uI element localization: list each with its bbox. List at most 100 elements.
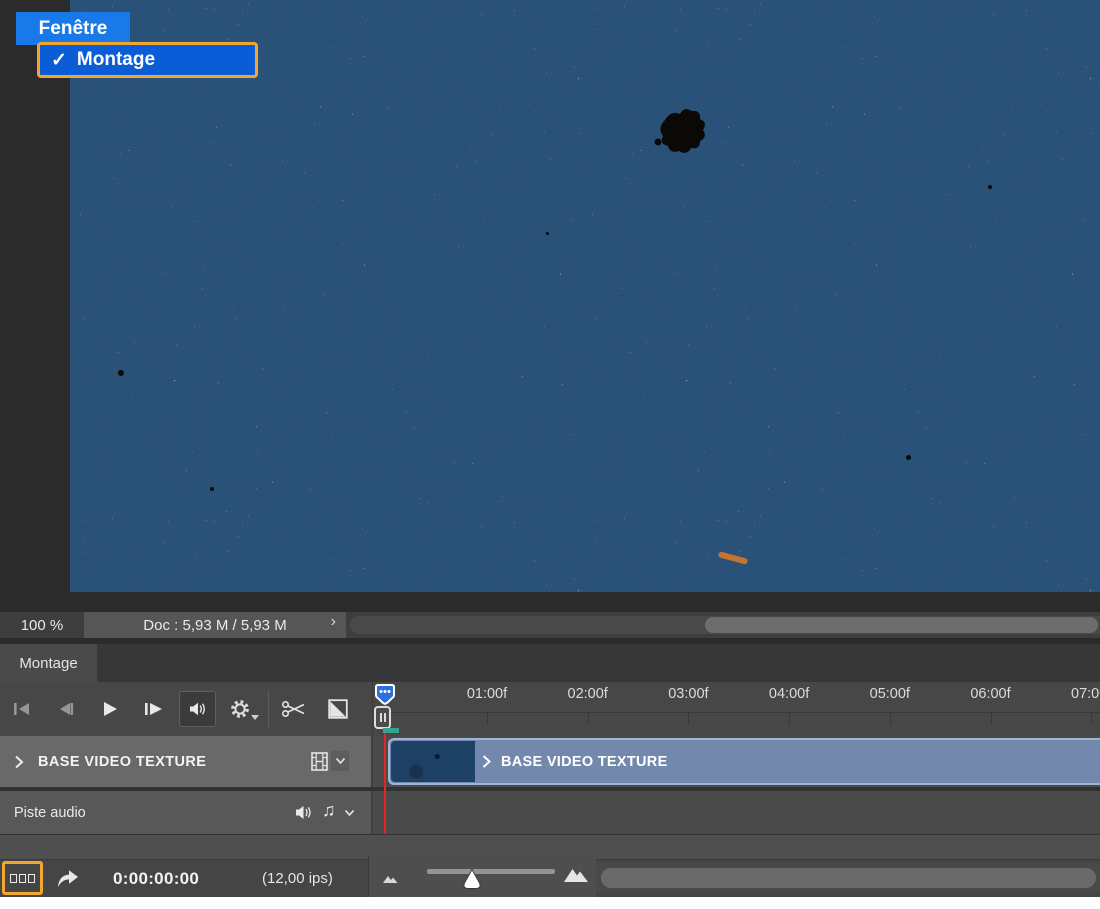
mute-audio-button[interactable] bbox=[179, 691, 216, 727]
play-icon bbox=[101, 700, 119, 718]
ruler-tick bbox=[688, 712, 689, 725]
ruler-label: 04:00f bbox=[769, 686, 809, 702]
doc-info-chevron-icon[interactable]: › bbox=[331, 613, 336, 631]
zoom-out-mountain-icon[interactable] bbox=[382, 871, 400, 884]
ruler-tick bbox=[789, 712, 790, 725]
work-area-grip-bar bbox=[384, 713, 386, 722]
scissors-icon bbox=[281, 700, 307, 718]
speaker-icon bbox=[188, 701, 208, 717]
track-expand-chevron-icon[interactable] bbox=[14, 755, 24, 769]
previous-frame-button[interactable] bbox=[51, 682, 79, 736]
gear-icon bbox=[228, 697, 252, 721]
ink-dot bbox=[906, 455, 911, 460]
playhead-icon bbox=[374, 683, 396, 707]
timeline-ruler[interactable]: 01:00f 02:00f 03:00f 04:00f 05:00f 06:00f 07:0… bbox=[373, 682, 1100, 736]
timeline-scrollbar-thumb[interactable] bbox=[601, 868, 1096, 888]
audio-track-menu-button[interactable] bbox=[344, 809, 355, 817]
transition-button[interactable] bbox=[320, 682, 356, 736]
timeline-footer-bar: 0:00:00:00 (12,00 ips) bbox=[0, 859, 1100, 897]
filmstrip-icon bbox=[311, 752, 328, 771]
frames-icon bbox=[28, 874, 35, 883]
previous-frame-icon bbox=[55, 701, 75, 717]
next-frame-icon bbox=[143, 701, 165, 717]
next-frame-button[interactable] bbox=[139, 682, 169, 736]
clip-label: BASE VIDEO TEXTURE bbox=[501, 754, 668, 770]
clip-thumbnail bbox=[391, 741, 475, 782]
first-frame-button[interactable] bbox=[8, 682, 36, 736]
audio-track-name: Piste audio bbox=[14, 805, 86, 821]
ruler-label: 07:00f bbox=[1071, 686, 1100, 702]
menu-fenetre-label: Fenêtre bbox=[39, 18, 108, 40]
menu-item-montage-label: Montage bbox=[77, 49, 155, 71]
photoshop-window: 100 % Doc : 5,93 M / 5,93 M › Montage bbox=[0, 0, 1100, 897]
timeline-zoom-slider-thumb[interactable] bbox=[461, 868, 483, 891]
timeline-controls-row: 01:00f 02:00f 03:00f 04:00f 05:00f 06:00f 07:0… bbox=[0, 682, 1100, 736]
audio-track-lane bbox=[373, 791, 1100, 834]
menu-item-montage[interactable]: ✓ Montage bbox=[37, 42, 258, 78]
gear-dropdown-caret-icon bbox=[251, 715, 259, 720]
ruler-tick bbox=[890, 712, 891, 725]
music-note-icon: ♫ bbox=[322, 800, 336, 821]
video-track-menu-button[interactable] bbox=[331, 751, 349, 771]
video-track-name: BASE VIDEO TEXTURE bbox=[38, 754, 206, 770]
play-button[interactable] bbox=[96, 682, 124, 736]
ruler-label: 02:00f bbox=[568, 686, 608, 702]
tab-montage[interactable]: Montage bbox=[0, 644, 97, 682]
ink-dot bbox=[988, 185, 992, 189]
ruler-tick bbox=[487, 712, 488, 725]
video-track-header[interactable]: BASE VIDEO TEXTURE bbox=[0, 736, 373, 787]
render-video-button[interactable] bbox=[55, 867, 81, 892]
audio-track-row: Piste audio ♫ bbox=[0, 791, 1100, 834]
ink-dot bbox=[546, 232, 549, 235]
ink-dot bbox=[210, 487, 214, 491]
canvas-hscrollbar-track[interactable] bbox=[350, 616, 1100, 634]
chevron-down-icon bbox=[335, 757, 346, 765]
audio-track-header[interactable]: Piste audio ♫ bbox=[0, 791, 373, 834]
timeline-zoom-controls bbox=[368, 856, 596, 897]
video-track-lane: BASE VIDEO TEXTURE bbox=[373, 736, 1100, 787]
panel-tab-bar: Montage bbox=[0, 644, 1100, 682]
ruler-tick bbox=[588, 712, 589, 725]
doc-info-text: Doc : 5,93 M / 5,93 M bbox=[143, 617, 286, 634]
timeline-zoom-slider-track[interactable] bbox=[427, 869, 555, 874]
ruler-label: 05:00f bbox=[870, 686, 910, 702]
curved-arrow-icon bbox=[55, 867, 81, 889]
doc-info-cell[interactable]: Doc : 5,93 M / 5,93 M › bbox=[84, 612, 346, 638]
playhead[interactable] bbox=[374, 683, 396, 712]
timeline-settings-button[interactable] bbox=[226, 682, 254, 736]
current-timecode: 0:00:00:00 bbox=[113, 860, 199, 897]
first-frame-icon bbox=[12, 701, 32, 717]
playback-controls bbox=[0, 682, 373, 736]
ruler-label: 01:00f bbox=[467, 686, 507, 702]
ruler-tick bbox=[1091, 712, 1092, 725]
status-bar: 100 % Doc : 5,93 M / 5,93 M › bbox=[0, 612, 1100, 638]
work-area-grip-bar bbox=[380, 713, 382, 722]
ink-dot bbox=[118, 370, 124, 376]
ruler-label: 06:00f bbox=[970, 686, 1010, 702]
tab-montage-label: Montage bbox=[19, 655, 77, 672]
document-canvas[interactable] bbox=[70, 0, 1100, 592]
work-area-marker bbox=[383, 728, 399, 733]
canvas-texture bbox=[70, 0, 1100, 592]
zoom-level-value: 100 % bbox=[21, 617, 64, 634]
video-clip[interactable]: BASE VIDEO TEXTURE bbox=[388, 738, 1100, 785]
ruler-tick bbox=[991, 712, 992, 725]
menu-fenetre[interactable]: Fenêtre bbox=[16, 12, 130, 45]
video-track-row: BASE VIDEO TEXTURE BASE VIDEO TEXTU bbox=[0, 736, 1100, 787]
zoom-level-field[interactable]: 100 % bbox=[0, 612, 84, 638]
zoom-in-mountain-icon[interactable] bbox=[563, 865, 590, 884]
frames-icon bbox=[19, 874, 26, 883]
clip-expand-chevron-icon[interactable] bbox=[482, 755, 491, 768]
ruler-label: 03:00f bbox=[668, 686, 708, 702]
canvas-hscrollbar-thumb[interactable] bbox=[705, 617, 1098, 633]
frame-rate: (12,00 ips) bbox=[262, 860, 333, 897]
audio-speaker-icon[interactable] bbox=[294, 804, 316, 821]
frames-icon bbox=[10, 874, 17, 883]
controls-divider bbox=[268, 690, 269, 728]
check-icon: ✓ bbox=[51, 49, 67, 72]
timeline-scrollbar-track[interactable] bbox=[596, 863, 1100, 893]
split-at-playhead-button[interactable] bbox=[276, 682, 312, 736]
transition-icon bbox=[328, 699, 348, 719]
clip-label-group: BASE VIDEO TEXTURE bbox=[482, 740, 668, 783]
convert-to-frame-animation-button[interactable] bbox=[2, 861, 43, 895]
